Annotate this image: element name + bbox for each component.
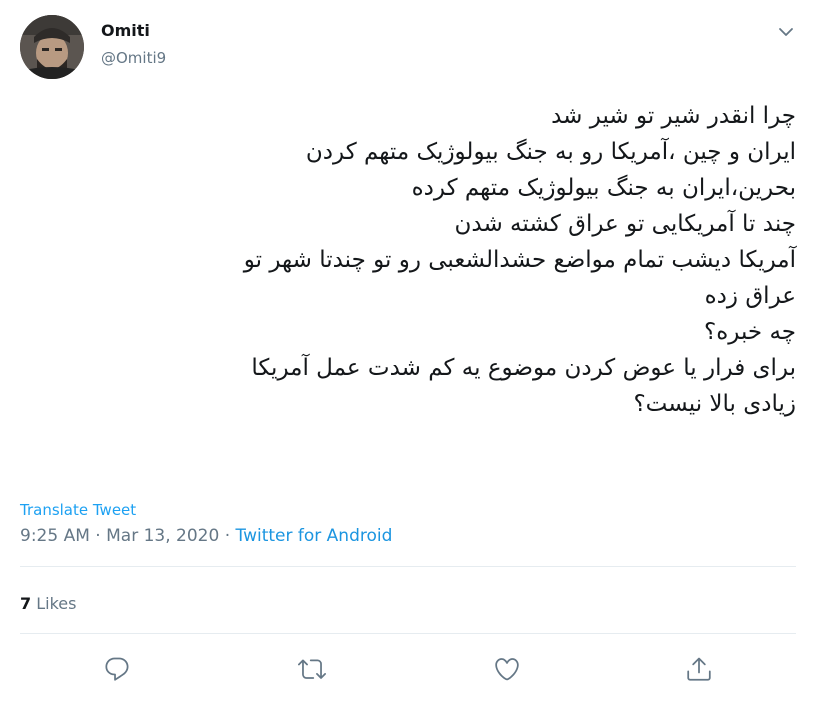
tweet-text: چرا انقدر شیر تو شیر شد ایران و چین ،آمر…: [20, 98, 796, 422]
tweet-line: بحرین،ایران به جنگ بیولوژیک متهم کرده: [411, 175, 796, 201]
share-icon[interactable]: [685, 655, 713, 683]
tweet-line: زیادی بالا نیست؟: [633, 391, 796, 417]
likes-label: Likes: [36, 594, 77, 613]
reply-icon[interactable]: [103, 655, 131, 683]
tweet-line: ایران و چین ،آمریکا رو به جنگ بیولوژیک م…: [305, 139, 796, 165]
chevron-down-icon[interactable]: [776, 22, 796, 42]
tweet-meta: 9:25 AM · Mar 13, 2020 · Twitter for And…: [20, 525, 392, 547]
translate-tweet-link[interactable]: Translate Tweet: [20, 500, 136, 520]
author-handle[interactable]: @Omiti9: [101, 48, 166, 68]
likes-stat[interactable]: 7 Likes: [20, 593, 76, 615]
tweet-line: چند تا آمریکایی تو عراق کشته شدن: [454, 211, 797, 237]
tweet-line: عراق زده: [704, 283, 796, 309]
tweet-line: چه خبره؟: [704, 319, 796, 345]
tweet-line: چرا انقدر شیر تو شیر شد: [551, 103, 796, 129]
likes-count: 7: [20, 594, 32, 613]
meta-separator: ·: [95, 526, 101, 546]
tweet-line: آمریکا دیشب تمام مواضع حشدالشعبی رو تو چ…: [243, 247, 796, 273]
tweet-date[interactable]: Mar 13, 2020: [106, 526, 219, 546]
tweet-source-link[interactable]: Twitter for Android: [236, 526, 393, 546]
divider: [20, 633, 796, 634]
retweet-icon[interactable]: [298, 655, 326, 683]
meta-separator: ·: [224, 526, 231, 546]
heart-icon[interactable]: [493, 655, 521, 683]
avatar[interactable]: [20, 15, 84, 79]
tweet-card: Omiti @Omiti9 چرا انقدر شیر تو شیر شد ای…: [0, 0, 816, 702]
tweet-time[interactable]: 9:25 AM: [20, 526, 90, 546]
author-name[interactable]: Omiti: [101, 20, 150, 42]
tweet-line: برای فرار یا عوض کردن موضوع یه کم شدت عم…: [251, 355, 796, 381]
divider: [20, 566, 796, 567]
